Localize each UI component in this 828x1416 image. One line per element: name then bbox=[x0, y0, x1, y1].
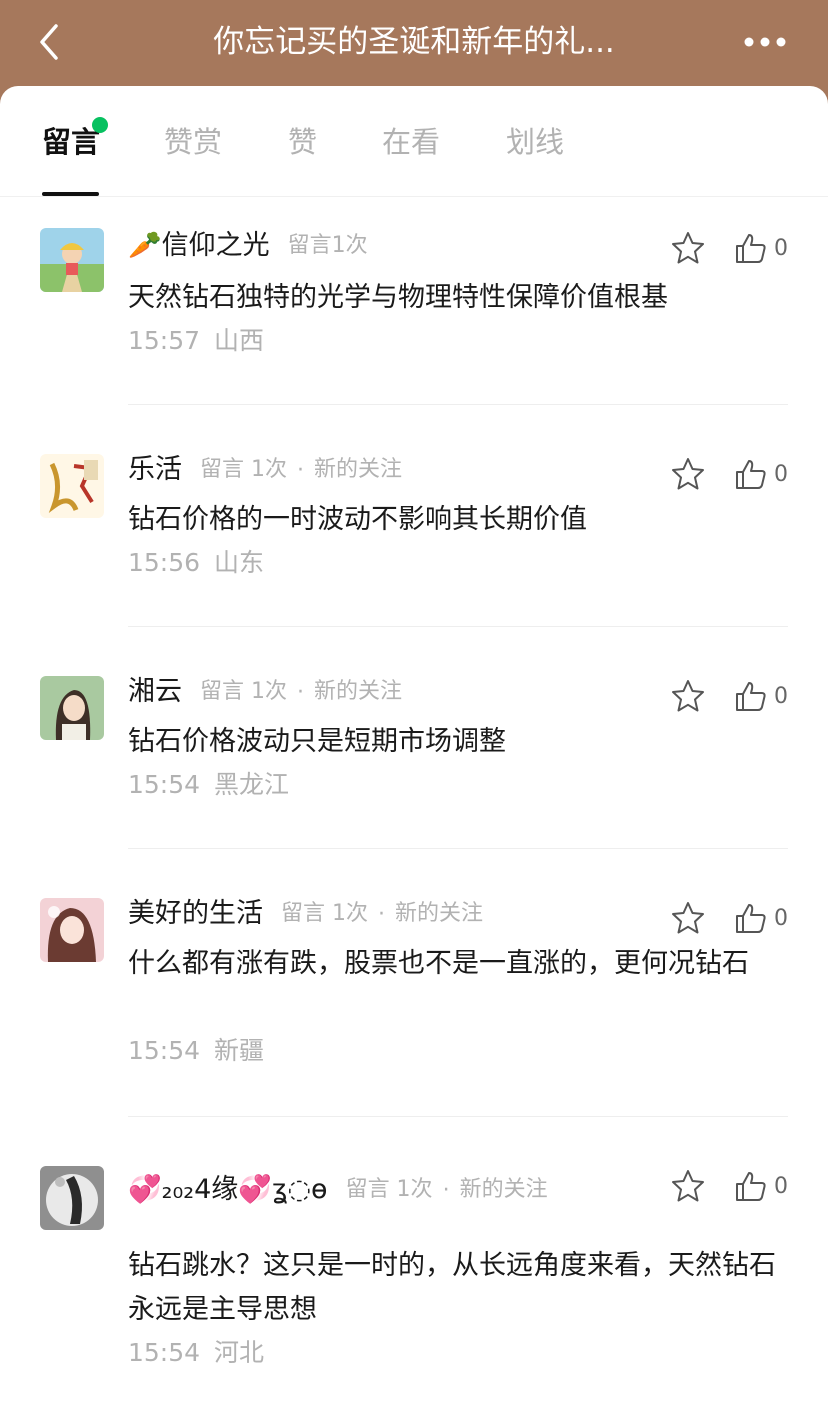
tab-rewards[interactable]: 赞赏 bbox=[164, 120, 222, 164]
divider bbox=[128, 626, 788, 627]
like-count: 0 bbox=[774, 1173, 788, 1199]
avatar[interactable] bbox=[40, 898, 104, 962]
nickname[interactable]: 🥕信仰之光 bbox=[128, 224, 270, 268]
new-follower-label: 新的关注 bbox=[314, 457, 403, 482]
comment-meta: 15:56 山东 bbox=[128, 546, 264, 580]
top-bar: 你忘记买的圣诞和新年的礼... bbox=[0, 0, 828, 88]
comment-count: 留言 1次 bbox=[200, 679, 287, 704]
thumbs-up-icon bbox=[736, 234, 766, 263]
comment-meta: 15:54 黑龙江 bbox=[128, 768, 289, 802]
comment-meta: 15:54 新疆 bbox=[128, 1034, 264, 1068]
separator-dot: · bbox=[297, 679, 304, 705]
separator-dot: · bbox=[442, 1177, 450, 1203]
new-follower-label: 新的关注 bbox=[459, 1177, 548, 1202]
thumbs-up-icon bbox=[736, 904, 766, 933]
star-icon bbox=[672, 232, 704, 264]
comment-count: 留言 1次 bbox=[345, 1177, 433, 1202]
unread-dot bbox=[92, 117, 108, 133]
avatar[interactable] bbox=[40, 228, 104, 292]
page-title: 你忘记买的圣诞和新年的礼... bbox=[213, 24, 615, 60]
thumbs-up-icon bbox=[736, 682, 766, 711]
like-count: 0 bbox=[774, 461, 788, 487]
comment-text: 钻石价格的一时波动不影响其长期价值 bbox=[128, 504, 587, 535]
star-button[interactable] bbox=[670, 900, 706, 936]
chevron-left-icon bbox=[40, 24, 58, 60]
nickname[interactable]: 美好的生活 bbox=[128, 892, 263, 936]
like-button[interactable]: 0 bbox=[734, 456, 788, 492]
more-dots-icon bbox=[744, 37, 786, 47]
nickname[interactable]: 💞₂₀₂4缘💞ʓ◌ɵ bbox=[128, 1168, 328, 1212]
tab-highlights[interactable]: 划线 bbox=[506, 120, 564, 164]
avatar[interactable] bbox=[40, 676, 104, 740]
comment-text: 钻石跳水？这只是一时的，从长远角度来看，天然钻石永远是主导思想 bbox=[128, 1250, 776, 1325]
comment-time: 15:56 bbox=[128, 548, 201, 577]
star-button[interactable] bbox=[670, 456, 706, 492]
name-row: 🥕信仰之光 留言1次 bbox=[128, 224, 368, 268]
tab-watching[interactable]: 在看 bbox=[382, 120, 440, 164]
like-count: 0 bbox=[774, 905, 788, 931]
comment-location: 河北 bbox=[214, 1338, 265, 1367]
name-row: 美好的生活 留言 1次 · 新的关注 bbox=[128, 892, 483, 936]
name-row: 乐活 留言 1次 · 新的关注 bbox=[128, 448, 402, 492]
thumbs-up-icon bbox=[736, 460, 766, 489]
comment-count: 留言 1次 bbox=[281, 901, 368, 926]
comment-location: 新疆 bbox=[214, 1036, 265, 1065]
back-button[interactable] bbox=[30, 22, 70, 62]
star-icon bbox=[672, 458, 704, 490]
star-icon bbox=[672, 680, 704, 712]
comment-time: 15:54 bbox=[128, 1338, 201, 1367]
comment-text: 什么都有涨有跌，股票也不是一直涨的，更何况钻石 bbox=[128, 948, 749, 979]
avatar[interactable] bbox=[40, 454, 104, 518]
thumbs-up-icon bbox=[736, 1172, 766, 1201]
like-button[interactable]: 0 bbox=[734, 900, 788, 936]
comment-count: 留言 1次 bbox=[200, 457, 287, 482]
star-icon bbox=[672, 902, 704, 934]
star-button[interactable] bbox=[670, 1168, 706, 1204]
name-row: 💞₂₀₂4缘💞ʓ◌ɵ 留言 1次 · 新的关注 bbox=[128, 1168, 548, 1212]
divider bbox=[128, 1116, 788, 1117]
separator-dot: · bbox=[378, 901, 385, 927]
like-button[interactable]: 0 bbox=[734, 678, 788, 714]
comment-meta: 15:57 山西 bbox=[128, 324, 264, 358]
avatar[interactable] bbox=[40, 1166, 104, 1230]
comment-time: 15:57 bbox=[128, 326, 201, 355]
comment-time: 15:54 bbox=[128, 1036, 201, 1065]
comment-text: 天然钻石独特的光学与物理特性保障价值根基 bbox=[128, 282, 668, 313]
like-button[interactable]: 0 bbox=[734, 1168, 788, 1204]
new-follower-label: 新的关注 bbox=[395, 901, 484, 926]
more-button[interactable] bbox=[740, 22, 790, 62]
like-count: 0 bbox=[774, 683, 788, 709]
name-row: 湘云 留言 1次 · 新的关注 bbox=[128, 670, 402, 714]
star-icon bbox=[672, 1170, 704, 1202]
comment-count: 留言1次 bbox=[287, 233, 368, 258]
comment-location: 黑龙江 bbox=[214, 770, 290, 799]
like-button[interactable]: 0 bbox=[734, 230, 788, 266]
comment-time: 15:54 bbox=[128, 770, 201, 799]
divider bbox=[128, 404, 788, 405]
like-count: 0 bbox=[774, 235, 788, 261]
comment-meta: 15:54 河北 bbox=[128, 1336, 264, 1370]
new-follower-label: 新的关注 bbox=[314, 679, 403, 704]
comment-text: 钻石价格波动只是短期市场调整 bbox=[128, 726, 506, 757]
divider bbox=[128, 848, 788, 849]
comments-sheet: 留言 赞赏 赞 在看 划线 🥕信仰之光 留言1次 0 天然钻石独特的光学与物理特… bbox=[0, 86, 828, 1416]
tab-likes[interactable]: 赞 bbox=[288, 120, 317, 164]
nickname[interactable]: 湘云 bbox=[128, 670, 182, 714]
tab-bar: 留言 赞赏 赞 在看 划线 bbox=[0, 86, 828, 197]
nickname[interactable]: 乐活 bbox=[128, 448, 182, 492]
comment-location: 山西 bbox=[214, 326, 265, 355]
comment-location: 山东 bbox=[214, 548, 265, 577]
active-tab-indicator bbox=[42, 192, 99, 196]
star-button[interactable] bbox=[670, 230, 706, 266]
star-button[interactable] bbox=[670, 678, 706, 714]
separator-dot: · bbox=[297, 457, 304, 483]
